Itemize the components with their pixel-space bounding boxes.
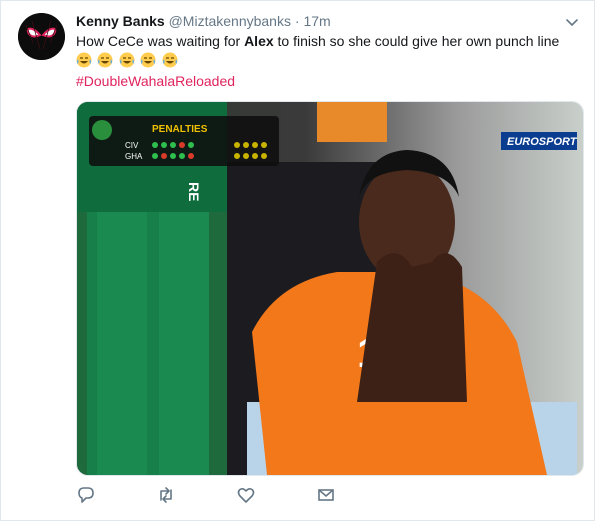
tweet-header: Kenny Banks @Miztakennybanks · 17m [76,12,331,30]
tweet-text: How CeCe was waiting for Alex to finish … [76,32,581,51]
caf-logo-icon [92,120,112,140]
laughing-tears-emoji-icon [76,52,92,68]
tweet-timestamp[interactable]: 17m [303,13,330,29]
message-icon[interactable] [316,485,338,507]
avatar[interactable] [18,13,65,60]
tweet-text-part: to finish so she could give her own punc… [273,33,560,49]
team-1: CIV [125,141,139,150]
reply-icon[interactable] [76,485,98,507]
laughing-tears-emoji-icon [162,52,178,68]
emoji-row [76,52,179,70]
laughing-tears-emoji-icon [97,52,113,68]
tweet-text-part: How CeCe was waiting for [76,33,245,49]
like-icon[interactable] [236,485,258,507]
laughing-tears-emoji-icon [140,52,156,68]
tweet-text-bold: Alex [244,33,274,49]
channel-logo-text: EUROSPORT [507,136,578,148]
shirt-text: RE [186,182,202,201]
eurosport-logo: EUROSPORT [501,132,578,150]
hashtag-link[interactable]: #DoubleWahalaReloaded [76,72,235,90]
separator-dot: · [294,13,300,29]
tweet-card[interactable]: Kenny Banks @Miztakennybanks · 17m How C… [0,0,595,521]
retweet-icon[interactable] [156,485,178,507]
team-2: GHA [125,152,143,161]
author-name[interactable]: Kenny Banks [76,13,165,29]
laughing-tears-emoji-icon [119,52,135,68]
author-handle[interactable]: @Miztakennybanks [169,13,291,29]
tweet-photo[interactable]: RE 10 PENALTIES CIV GHA [76,101,584,476]
chevron-down-icon[interactable] [564,15,580,31]
scoreboard-title: PENALTIES [152,124,208,135]
tweet-actions [76,485,396,507]
